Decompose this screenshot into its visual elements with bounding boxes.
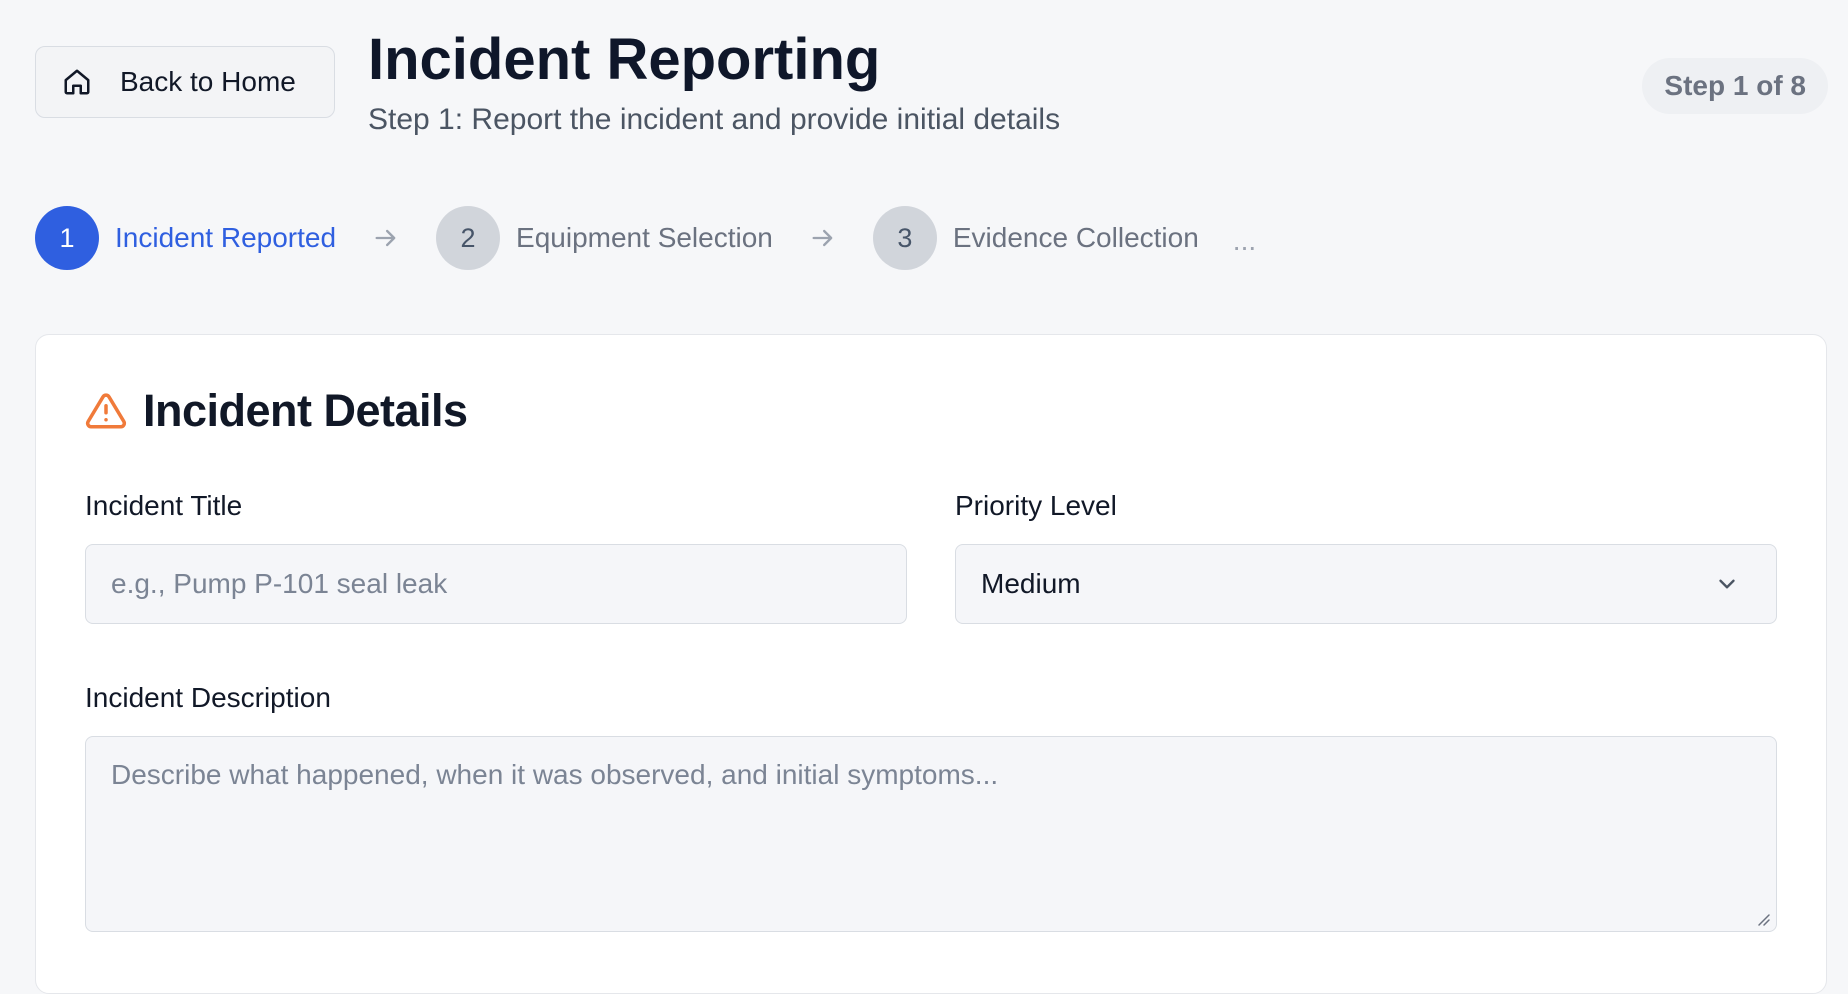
more-steps-ellipsis: ... — [1232, 225, 1257, 256]
priority-selected-value: Medium — [981, 568, 1081, 599]
step-count-badge: Step 1 of 8 — [1642, 58, 1828, 114]
resize-handle-icon[interactable] — [1755, 911, 1771, 927]
warning-triangle-icon — [85, 393, 127, 429]
card-title: Incident Details — [143, 385, 468, 436]
step-number: 1 — [35, 206, 99, 270]
incident-description-label: Incident Description — [85, 682, 331, 713]
step-number: 3 — [872, 206, 937, 270]
arrow-right-icon — [375, 229, 396, 247]
step-evidence-collection[interactable]: 3 Evidence Collection — [872, 206, 1199, 270]
page-subtitle: Step 1: Report the incident and provide … — [368, 103, 1061, 136]
arrow-right-icon — [812, 229, 833, 247]
step-equipment-selection[interactable]: 2 Equipment Selection — [436, 206, 773, 270]
incident-title-input[interactable] — [85, 544, 907, 624]
step-incident-reported[interactable]: 1 Incident Reported — [35, 206, 336, 270]
progress-stepper: 1 Incident Reported 2 Equipment Selectio… — [35, 206, 1256, 270]
step-label: Incident Reported — [115, 222, 337, 253]
home-icon — [64, 69, 90, 95]
page-title: Incident Reporting — [368, 27, 881, 92]
card-heading: Incident Details — [85, 385, 468, 437]
step-label: Evidence Collection — [952, 222, 1199, 253]
incident-details-card: Incident Details Incident Title Priority… — [35, 334, 1827, 994]
page-header: Back to Home Incident Reporting Step 1: … — [35, 28, 1828, 158]
step-label: Equipment Selection — [516, 222, 773, 253]
step-number: 2 — [436, 206, 501, 270]
chevron-down-icon — [1719, 579, 1735, 589]
incident-description-textarea[interactable] — [85, 736, 1777, 932]
back-to-home-label: Back to Home — [120, 66, 296, 97]
priority-level-select[interactable]: Medium — [955, 544, 1777, 624]
title-block: Incident Reporting Step 1: Report the in… — [368, 28, 1060, 138]
incident-title-label: Incident Title — [85, 490, 243, 521]
back-to-home-button[interactable]: Back to Home — [35, 46, 335, 118]
priority-level-label: Priority Level — [955, 490, 1117, 521]
